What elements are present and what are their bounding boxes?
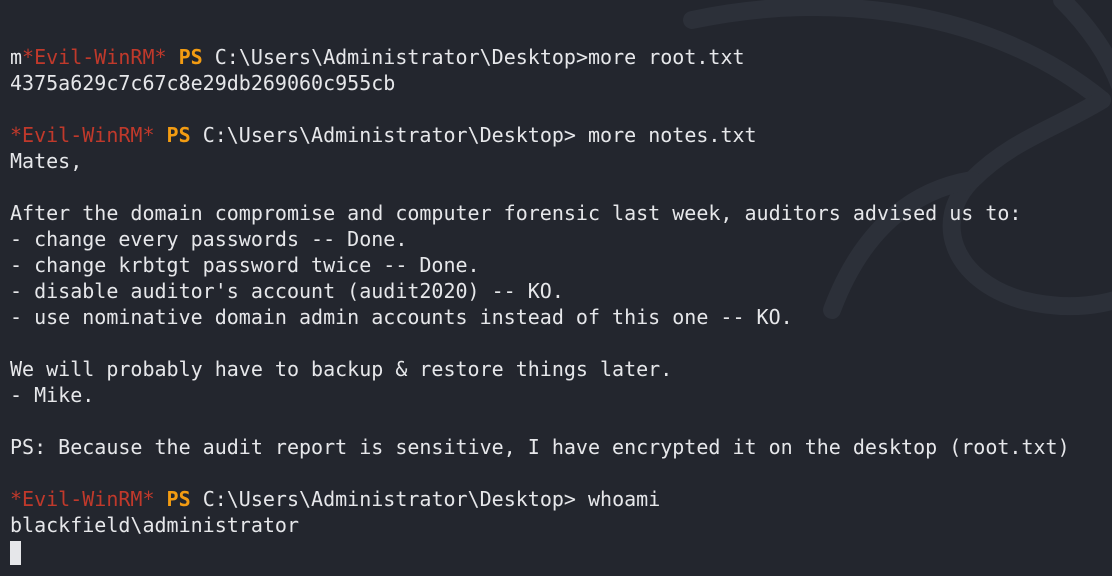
prompt-line: *Evil-WinRM* PS C:\Users\Administrator\D… [10, 122, 1070, 148]
output-line: - disable auditor's account (audit2020) … [10, 279, 564, 303]
terminal-window[interactable]: m*Evil-WinRM* PS C:\Users\Administrator\… [0, 0, 1112, 576]
command-text: more notes.txt [575, 123, 757, 147]
text-cursor [10, 540, 21, 565]
evil-winrm-label: *Evil-WinRM* [22, 45, 167, 69]
terminal-output: m*Evil-WinRM* PS C:\Users\Administrator\… [10, 44, 1070, 565]
output-line: PS: Because the audit report is sensitiv… [10, 435, 1070, 459]
output-line: We will probably have to backup & restor… [10, 357, 673, 381]
evil-winrm-label: *Evil-WinRM* [10, 123, 155, 147]
prompt-prefix: m [10, 45, 23, 69]
output-line: - use nominative domain admin accounts i… [10, 305, 793, 329]
prompt-path: C:\Users\Administrator\Desktop> [202, 487, 576, 511]
evil-winrm-label: *Evil-WinRM* [10, 487, 155, 511]
command-text: more root.txt [588, 45, 745, 69]
output-line: After the domain compromise and computer… [10, 201, 1022, 225]
output-line: - change every passwords -- Done. [10, 227, 408, 251]
prompt-line: *Evil-WinRM* PS C:\Users\Administrator\D… [10, 486, 1070, 512]
output-line: 4375a629c7c67c8e29db269060c955cb [10, 71, 396, 95]
ps-label: PS [166, 487, 191, 511]
prompt-path: C:\Users\Administrator\Desktop> [214, 45, 589, 69]
prompt-line: m*Evil-WinRM* PS C:\Users\Administrator\… [10, 44, 1070, 70]
prompt-path: C:\Users\Administrator\Desktop> [202, 123, 576, 147]
input-line[interactable] [10, 538, 1070, 565]
command-text: whoami [575, 487, 661, 511]
ps-label: PS [178, 45, 203, 69]
output-line: blackfield\administrator [10, 513, 299, 537]
output-line: Mates, [10, 149, 83, 173]
ps-label: PS [166, 123, 191, 147]
output-line: - change krbtgt password twice -- Done. [10, 253, 480, 277]
output-line: - Mike. [10, 383, 95, 407]
